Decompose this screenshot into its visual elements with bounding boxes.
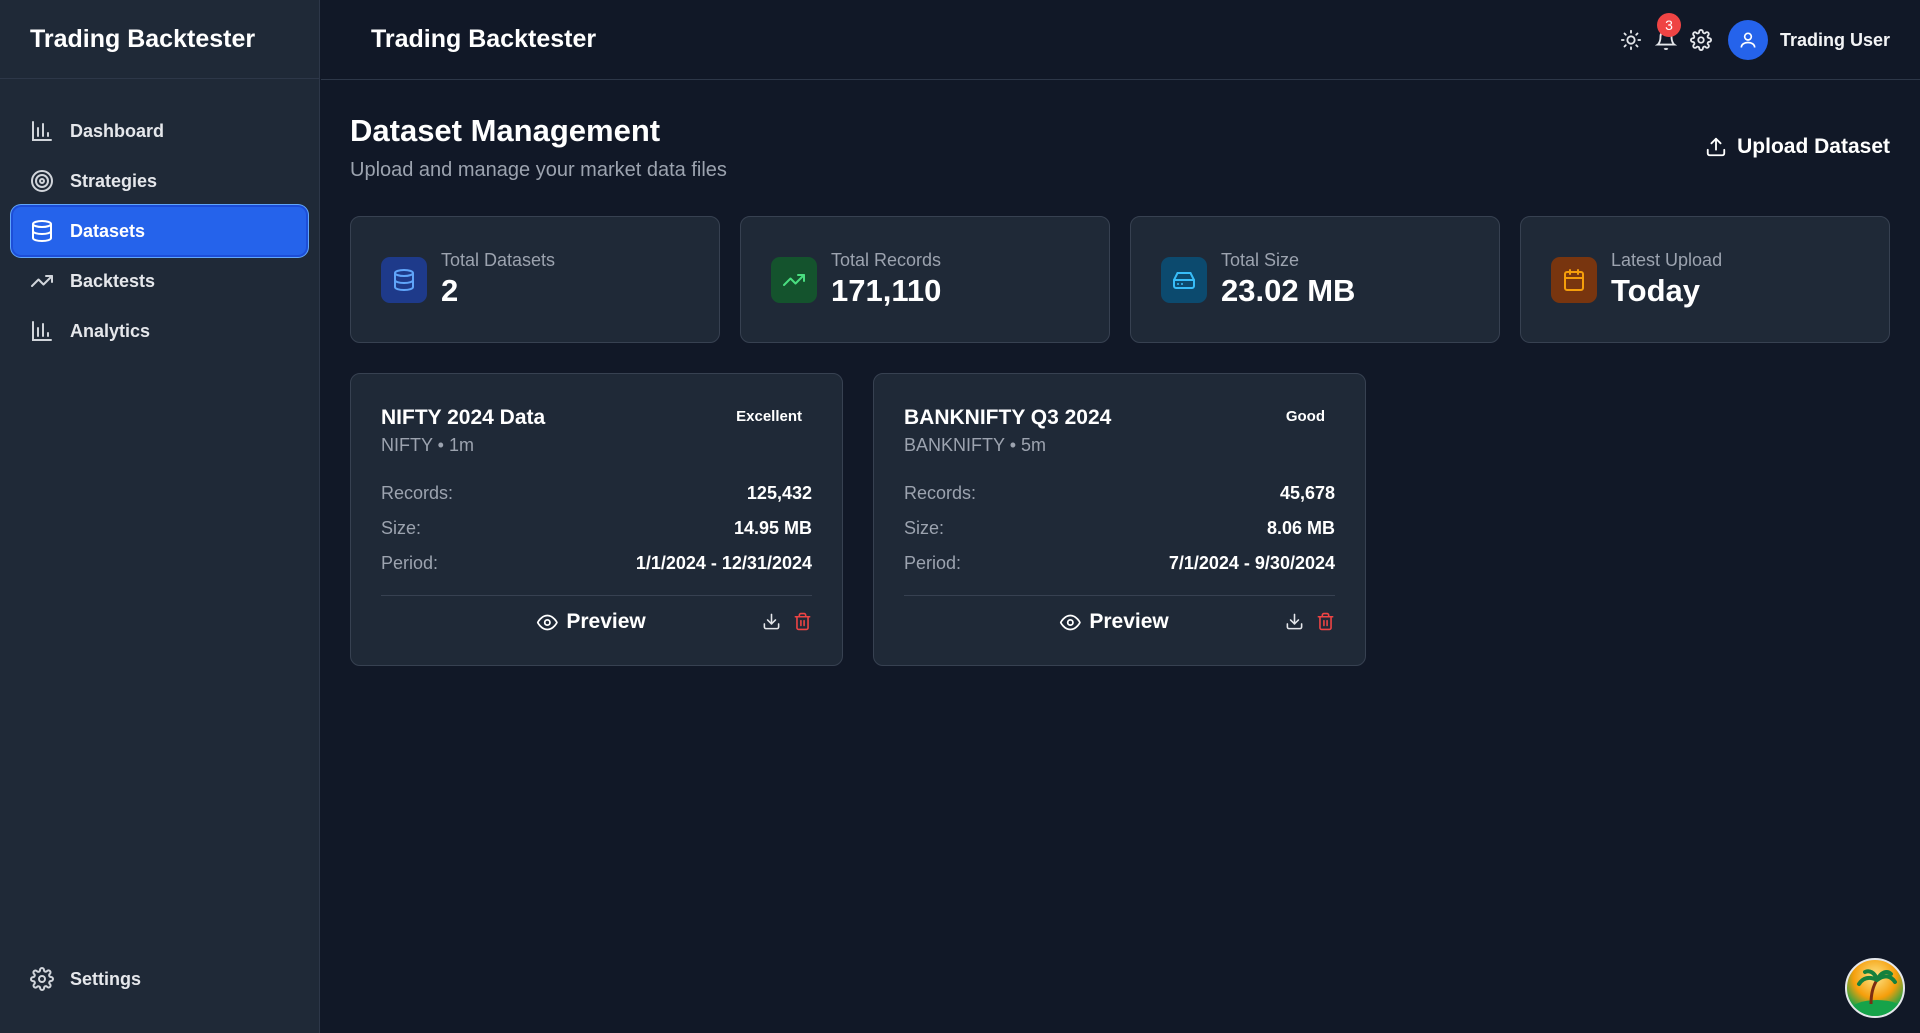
sidebar-nav: Dashboard Strategies Datasets Backtests … xyxy=(0,79,319,355)
trash-icon[interactable] xyxy=(1316,612,1335,631)
sidebar-item-strategies[interactable]: Strategies xyxy=(13,157,306,205)
calendar-icon xyxy=(1551,256,1597,303)
sidebar-brand: Trading Backtester xyxy=(0,0,319,79)
user-icon xyxy=(1740,32,1756,48)
records-value: 45,678 xyxy=(1279,483,1335,503)
stat-label: Total Size xyxy=(1221,250,1300,270)
dataset-card[interactable]: NIFTY 2024 Data NIFTY • 1m Excellent Rec… xyxy=(350,373,843,666)
stats-row: Total Datasets 2 Total Records 171,110 T… xyxy=(350,216,1890,343)
gear-icon xyxy=(30,967,54,991)
sidebar-item-label: Datasets xyxy=(70,220,146,241)
sidebar-item-label: Analytics xyxy=(70,320,151,341)
sidebar-item-dashboard[interactable]: Dashboard xyxy=(13,107,306,155)
user-avatar[interactable] xyxy=(1727,20,1768,60)
upload-dataset-label: Upload Dataset xyxy=(1737,135,1890,158)
size-value: 14.95 MB xyxy=(733,518,812,538)
sidebar-item-label: Dashboard xyxy=(70,120,165,141)
preview-label: Preview xyxy=(1089,610,1169,633)
stat-label: Total Records xyxy=(831,250,942,270)
period-value: 7/1/2024 - 9/30/2024 xyxy=(1168,553,1335,573)
theme-toggle-sun-icon[interactable] xyxy=(1620,29,1642,51)
sidebar: Trading Backtester Dashboard Strategies … xyxy=(0,0,320,1033)
trending-up-icon xyxy=(30,269,54,293)
notifications-bell-icon[interactable]: 3 xyxy=(1654,13,1681,51)
database-icon xyxy=(30,219,54,243)
size-row: Size: 8.06 MB xyxy=(904,511,1335,546)
stat-card-total-records: Total Records 171,110 xyxy=(740,216,1110,343)
trash-icon[interactable] xyxy=(793,612,812,631)
preview-button[interactable]: Preview xyxy=(536,610,646,634)
dataset-details: Records: 45,678 Size: 8.06 MB Period: 7/… xyxy=(904,476,1335,581)
sidebar-item-label: Strategies xyxy=(70,170,158,191)
sidebar-item-settings[interactable]: Settings xyxy=(13,955,306,1003)
target-icon xyxy=(30,169,54,193)
page-title: Dataset Management xyxy=(350,113,661,148)
stat-value: 2 xyxy=(441,273,459,308)
dataset-icon-actions xyxy=(762,612,812,631)
quality-badge: Excellent xyxy=(736,408,802,425)
bar-chart-icon xyxy=(30,319,54,343)
eye-icon xyxy=(1059,612,1081,633)
dataset-icon-actions xyxy=(1285,612,1335,631)
stat-label: Latest Upload xyxy=(1611,250,1723,270)
stat-card-latest-upload: Latest Upload Today xyxy=(1520,216,1890,343)
download-icon[interactable] xyxy=(1285,612,1304,631)
sidebar-item-analytics[interactable]: Analytics xyxy=(13,307,306,355)
stat-value: 23.02 MB xyxy=(1221,273,1356,308)
header-actions: 3 Trading User xyxy=(1607,0,1890,80)
bar-chart-icon xyxy=(30,119,54,143)
assistant-fab-island-icon[interactable] xyxy=(1845,958,1905,1018)
period-value: 1/1/2024 - 12/31/2024 xyxy=(635,553,812,573)
size-label: Size: xyxy=(381,518,422,538)
records-value: 125,432 xyxy=(746,483,812,503)
notification-count-badge: 3 xyxy=(1656,13,1681,37)
period-row: Period: 7/1/2024 - 9/30/2024 xyxy=(904,546,1335,581)
records-label: Records: xyxy=(381,483,454,503)
eye-icon xyxy=(536,612,558,633)
dataset-meta: BANKNIFTY • 5m xyxy=(904,435,1046,455)
dataset-meta: NIFTY • 1m xyxy=(381,435,474,455)
download-icon[interactable] xyxy=(762,612,781,631)
trending-up-icon xyxy=(771,256,817,303)
dataset-details: Records: 125,432 Size: 14.95 MB Period: … xyxy=(381,476,812,581)
stat-value: 171,110 xyxy=(831,273,942,308)
period-label: Period: xyxy=(904,553,962,573)
dataset-actions: Preview xyxy=(381,596,812,650)
records-row: Records: 125,432 xyxy=(381,476,812,511)
size-label: Size: xyxy=(904,518,945,538)
stat-card-total-size: Total Size 23.02 MB xyxy=(1130,216,1500,343)
upload-dataset-button[interactable]: Upload Dataset xyxy=(1705,135,1890,159)
records-row: Records: 45,678 xyxy=(904,476,1335,511)
size-value: 8.06 MB xyxy=(1266,518,1335,538)
dataset-card[interactable]: BANKNIFTY Q3 2024 BANKNIFTY • 5m Good Re… xyxy=(873,373,1366,666)
quality-badge: Good xyxy=(1285,408,1325,425)
page-subtitle: Upload and manage your market data files xyxy=(350,159,727,181)
stat-value: Today xyxy=(1611,273,1700,308)
user-name[interactable]: Trading User xyxy=(1780,30,1890,51)
records-label: Records: xyxy=(904,483,977,503)
sidebar-item-backtests[interactable]: Backtests xyxy=(13,257,306,305)
period-row: Period: 1/1/2024 - 12/31/2024 xyxy=(381,546,812,581)
hard-drive-icon xyxy=(1161,256,1207,303)
dataset-cards: NIFTY 2024 Data NIFTY • 1m Excellent Rec… xyxy=(350,373,1366,666)
database-icon xyxy=(381,256,427,303)
sidebar-item-datasets[interactable]: Datasets xyxy=(13,207,306,255)
top-header: Trading Backtester 3 Trading User xyxy=(321,0,1920,80)
size-row: Size: 14.95 MB xyxy=(381,511,812,546)
preview-button[interactable]: Preview xyxy=(1059,610,1169,634)
header-title: Trading Backtester xyxy=(371,25,597,53)
settings-gear-icon[interactable] xyxy=(1689,29,1712,51)
period-label: Period: xyxy=(381,553,439,573)
dataset-actions: Preview xyxy=(904,596,1335,650)
dataset-name: BANKNIFTY Q3 2024 xyxy=(904,406,1112,429)
upload-icon xyxy=(1705,136,1727,158)
stat-card-total-datasets: Total Datasets 2 xyxy=(350,216,720,343)
sidebar-item-label: Backtests xyxy=(70,270,156,291)
sidebar-item-label: Settings xyxy=(70,968,142,989)
stat-label: Total Datasets xyxy=(441,250,556,270)
preview-label: Preview xyxy=(566,610,646,633)
